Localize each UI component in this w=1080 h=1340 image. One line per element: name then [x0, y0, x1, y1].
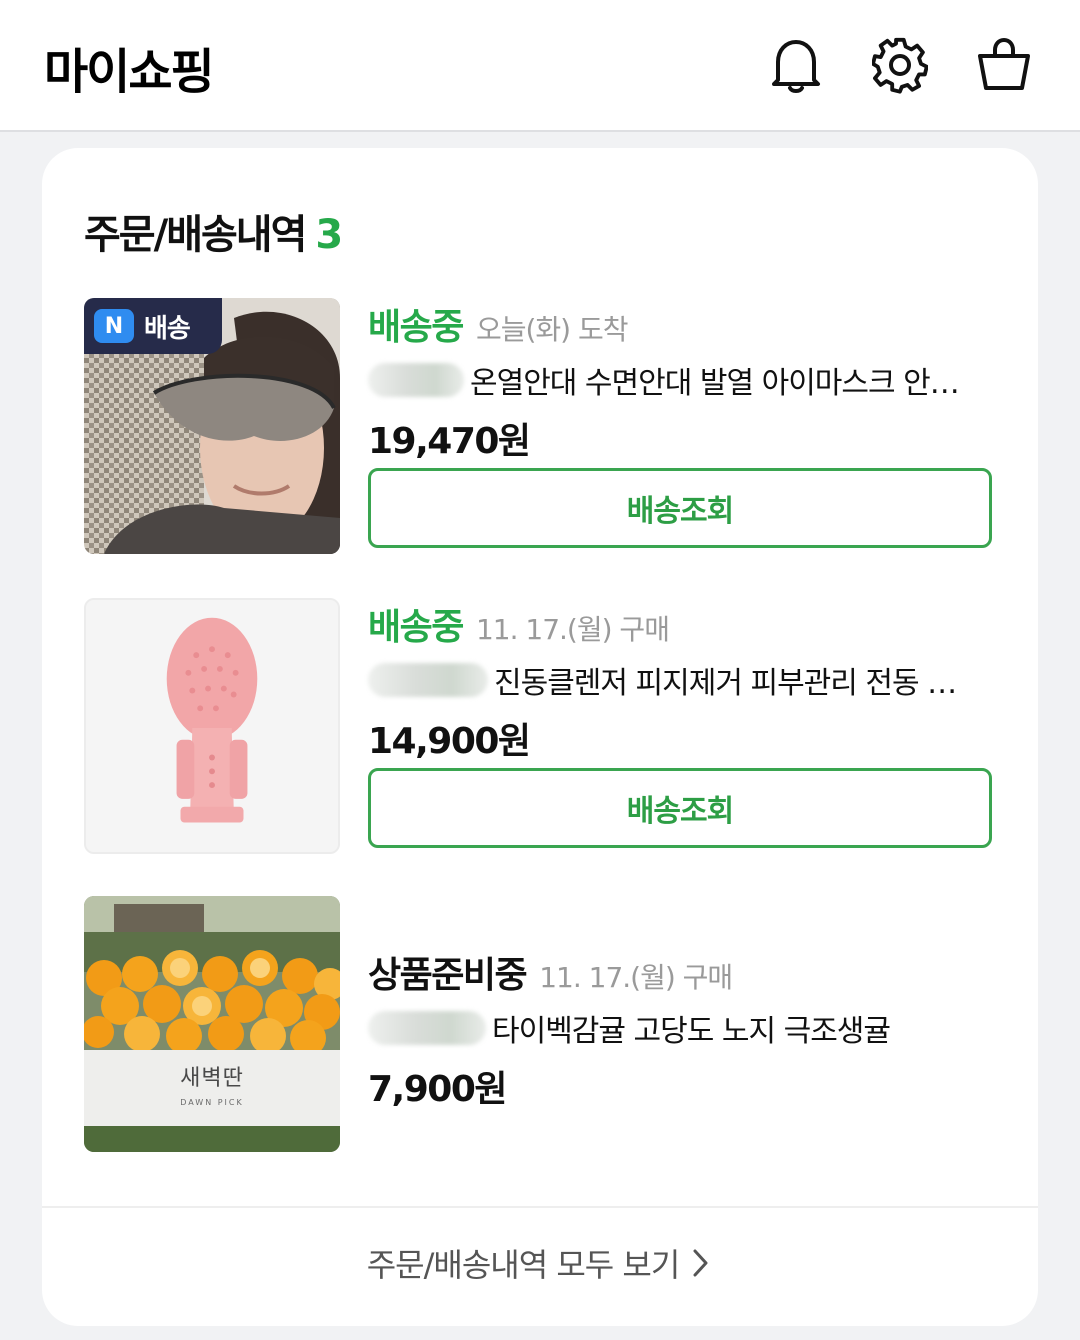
order-meta: 11. 17.(월) 구매: [475, 613, 670, 646]
order-info: 상품준비중 11. 17.(월) 구매 타이벡감귤 고당도 노지 극조생귤 7,…: [368, 946, 996, 1112]
product-price: 19,470원: [368, 421, 531, 462]
gear-icon[interactable]: [871, 36, 929, 94]
orders-title-text: 주문/배송내역: [84, 212, 307, 258]
order-status: 배송중: [368, 307, 464, 348]
blurred-seller-name: [368, 363, 464, 397]
orders-card: 주문/배송내역 3 N 배송 배송중 오늘(화) 도착 온열안대 수면안대 발열…: [42, 148, 1038, 1326]
order-info: 배송중 오늘(화) 도착 온열안대 수면안대 발열 아이마스크 안… 19,47…: [368, 298, 996, 548]
order-status: 상품준비중: [368, 955, 528, 996]
orders-section-title: 주문/배송내역 3: [84, 202, 343, 260]
product-image-tangerines[interactable]: 새벽딴 DAWN PICK: [84, 896, 340, 1152]
n-logo-icon: N: [94, 309, 134, 343]
order-status: 배송중: [368, 607, 464, 648]
view-all-label: 주문/배송내역 모두 보기: [366, 1246, 681, 1284]
page-title: 마이쇼핑: [44, 44, 215, 100]
product-name[interactable]: 진동클렌저 피지제거 피부관리 전동 …: [494, 658, 956, 702]
product-image-cleanser[interactable]: [84, 598, 340, 854]
order-info: 배송중 11. 17.(월) 구매 진동클렌저 피지제거 피부관리 전동 … 1…: [368, 598, 996, 848]
orders-count: 3: [315, 212, 343, 258]
blurred-seller-name: [368, 1011, 486, 1045]
box-brand-sublabel: DAWN PICK: [180, 1098, 244, 1107]
order-meta: 11. 17.(월) 구매: [539, 961, 733, 994]
track-delivery-button[interactable]: 배송조회: [368, 768, 992, 848]
shopping-basket-icon[interactable]: [976, 36, 1032, 94]
product-price: 7,900원: [368, 1069, 508, 1110]
view-all-orders-link[interactable]: 주문/배송내역 모두 보기: [42, 1208, 1038, 1318]
blurred-seller-name: [368, 663, 488, 697]
badge-label: 배송: [144, 313, 191, 344]
n-delivery-badge: N 배송: [84, 298, 222, 354]
chevron-right-icon: [687, 1246, 713, 1280]
bell-icon[interactable]: [768, 36, 824, 94]
box-brand-label: 새벽딴: [180, 1066, 244, 1091]
order-meta: 오늘(화) 도착: [475, 313, 629, 346]
product-name[interactable]: 온열안대 수면안대 발열 아이마스크 안…: [470, 358, 959, 402]
product-name[interactable]: 타이벡감귤 고당도 노지 극조생귤: [492, 1006, 890, 1050]
top-app-bar: 마이쇼핑: [0, 0, 1080, 132]
track-delivery-button[interactable]: 배송조회: [368, 468, 992, 548]
product-image-eye-mask[interactable]: N 배송: [84, 298, 340, 554]
product-price: 14,900원: [368, 721, 531, 762]
